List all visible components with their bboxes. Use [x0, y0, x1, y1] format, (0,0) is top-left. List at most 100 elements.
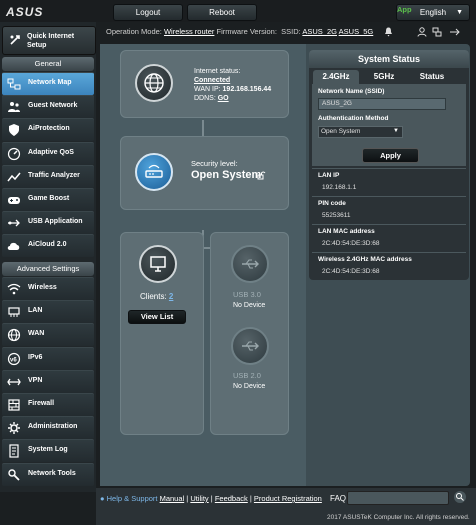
wan-icon: [7, 328, 21, 342]
sidebar-item-aiprotection[interactable]: AiProtection: [2, 118, 94, 142]
tab-2-4ghz[interactable]: 2.4GHz: [313, 70, 359, 84]
sidebar-item-label: Network Map: [28, 79, 72, 86]
chevron-down-icon: ▼: [456, 9, 463, 16]
sidebar-item-network-map[interactable]: Network Map: [2, 72, 94, 95]
quick-internet-setup-button[interactable]: Quick Internet Setup: [2, 26, 96, 55]
sidebar-item-network-tools[interactable]: Network Tools: [2, 462, 94, 486]
ssid-5-link[interactable]: ASUS_5G: [339, 27, 374, 36]
general-section-header: General: [2, 57, 94, 71]
tab-5ghz[interactable]: 5GHz: [363, 70, 405, 84]
usb-status-icon[interactable]: [449, 27, 461, 37]
sidebar-item-label: WAN: [28, 330, 45, 338]
sidebar-item-lan[interactable]: LAN: [2, 300, 94, 324]
sidebar-item-label: Firewall: [28, 400, 55, 407]
auth-method-select[interactable]: Open System ▼: [318, 126, 403, 138]
sidebar-item-traffic-analyzer[interactable]: Traffic Analyzer: [2, 164, 94, 188]
auth-method-value: Open System: [321, 128, 361, 135]
separator: |: [249, 494, 252, 503]
ipv6-icon: v6: [7, 352, 21, 366]
language-value: English: [419, 8, 447, 17]
usb-3-status: No Device: [233, 302, 266, 309]
sidebar-item-aicloud-2-0[interactable]: AiCloud 2.0: [2, 234, 94, 258]
tab-status[interactable]: Status: [410, 70, 454, 84]
security-level-value: Open System: [191, 169, 262, 181]
ssid-input[interactable]: ASUS_2G: [318, 98, 446, 110]
wireless-mac-value: 2C:4D:54:DE:3D:68: [322, 268, 380, 275]
faq-search-input[interactable]: [347, 491, 449, 505]
divider: [312, 224, 466, 225]
ddns-go-link[interactable]: GO: [218, 95, 229, 102]
sidebar-item-label: VPN: [28, 376, 43, 384]
monitor-icon: [139, 245, 177, 283]
footer-links: ● Help & Support Manual | Utility | Feed…: [100, 494, 322, 503]
sidebar-item-label: Game Boost: [28, 195, 70, 202]
sidebar-item-label: Administration: [28, 423, 78, 431]
usb-2-status: No Device: [233, 383, 266, 390]
internet-status-label: Internet status:: [194, 68, 241, 75]
sidebar-item-usb-application[interactable]: USB Application: [2, 211, 94, 235]
app-label[interactable]: App: [397, 5, 412, 14]
sidebar-item-ipv6[interactable]: v6 IPv6: [2, 346, 94, 370]
ddns-label: DDNS:: [194, 95, 216, 102]
usb-2-icon[interactable]: [231, 327, 269, 365]
sidebar-item-label: AiCloud 2.0: [28, 241, 67, 249]
sidebar-item-label: USB Application: [28, 218, 83, 226]
wan-ip-label: WAN IP:: [194, 86, 221, 93]
sidebar-item-label: AiProtection: [28, 125, 70, 133]
internet-status-value[interactable]: Connected: [194, 76, 271, 85]
wireless-icon: [7, 282, 21, 296]
usb-application-icon: [7, 216, 21, 230]
search-icon[interactable]: [454, 491, 466, 503]
usb-3-icon[interactable]: [231, 245, 269, 283]
person-icon[interactable]: [417, 27, 427, 37]
sidebar-item-game-boost[interactable]: Game Boost: [2, 188, 94, 211]
network-map-icon: [7, 77, 21, 91]
traffic-analyzer-icon: [7, 170, 21, 184]
security-level-label: Security level:: [191, 159, 238, 168]
op-mode-link[interactable]: Wireless router: [164, 27, 214, 36]
sidebar-item-wireless[interactable]: Wireless: [2, 277, 94, 300]
usb-2-label: USB 2.0: [233, 371, 261, 380]
aicloud-icon: [7, 239, 21, 253]
aiprotection-icon: [7, 123, 21, 137]
clients-line: Clients: 2: [140, 292, 173, 301]
network-icon[interactable]: [432, 27, 442, 37]
lan-icon: [7, 305, 21, 319]
utility-link[interactable]: Utility: [190, 494, 208, 503]
sidebar-item-firewall[interactable]: Firewall: [2, 393, 94, 416]
auth-method-label: Authentication Method: [318, 115, 389, 122]
sidebar-item-guest-network[interactable]: Guest Network: [2, 95, 94, 119]
separator: |: [210, 494, 213, 503]
ssid-field-label: Network Name (SSID): [318, 88, 385, 95]
internet-status-block: Internet status: Connected WAN IP: 192.1…: [194, 67, 271, 103]
clients-count-link[interactable]: 2: [169, 292, 173, 301]
product-registration-link[interactable]: Product Registration: [254, 494, 322, 503]
sidebar-item-wan[interactable]: WAN: [2, 323, 94, 347]
lan-ip-value: 192.168.1.1: [322, 184, 357, 191]
sidebar-item-label: Wireless: [28, 284, 57, 291]
sidebar-item-vpn[interactable]: VPN: [2, 369, 94, 393]
sidebar-item-label: LAN: [28, 307, 43, 315]
view-list-button[interactable]: View List: [128, 310, 186, 324]
bell-icon[interactable]: [384, 27, 393, 37]
sidebar-item-label: Traffic Analyzer: [28, 171, 80, 179]
op-mode-label: Operation Mode:: [106, 27, 162, 36]
ssid-24-link[interactable]: ASUS_2G: [302, 27, 337, 36]
network-tools-icon: [7, 468, 21, 482]
lan-mac-value: 2C:4D:54:DE:3D:68: [322, 240, 380, 247]
apply-button[interactable]: Apply: [362, 148, 419, 163]
sidebar-item-adaptive-qos[interactable]: Adaptive QoS: [2, 141, 94, 165]
system-status-title: System Status: [309, 50, 469, 68]
logout-button[interactable]: Logout: [113, 4, 183, 21]
quick-setup-label: Quick Internet Setup: [27, 33, 75, 49]
reboot-button[interactable]: Reboot: [187, 4, 257, 21]
feedback-link[interactable]: Feedback: [215, 494, 248, 503]
sidebar-item-administration[interactable]: Administration: [2, 416, 94, 440]
sidebar-item-system-log[interactable]: System Log: [2, 439, 94, 463]
manual-link[interactable]: Manual: [160, 494, 185, 503]
wireless-mac-label: Wireless 2.4GHz MAC address: [318, 256, 412, 263]
globe-icon: [135, 64, 173, 102]
system-log-icon: [7, 444, 21, 458]
guest-network-icon: [7, 100, 21, 114]
sidebar-item-label: System Log: [28, 446, 68, 454]
